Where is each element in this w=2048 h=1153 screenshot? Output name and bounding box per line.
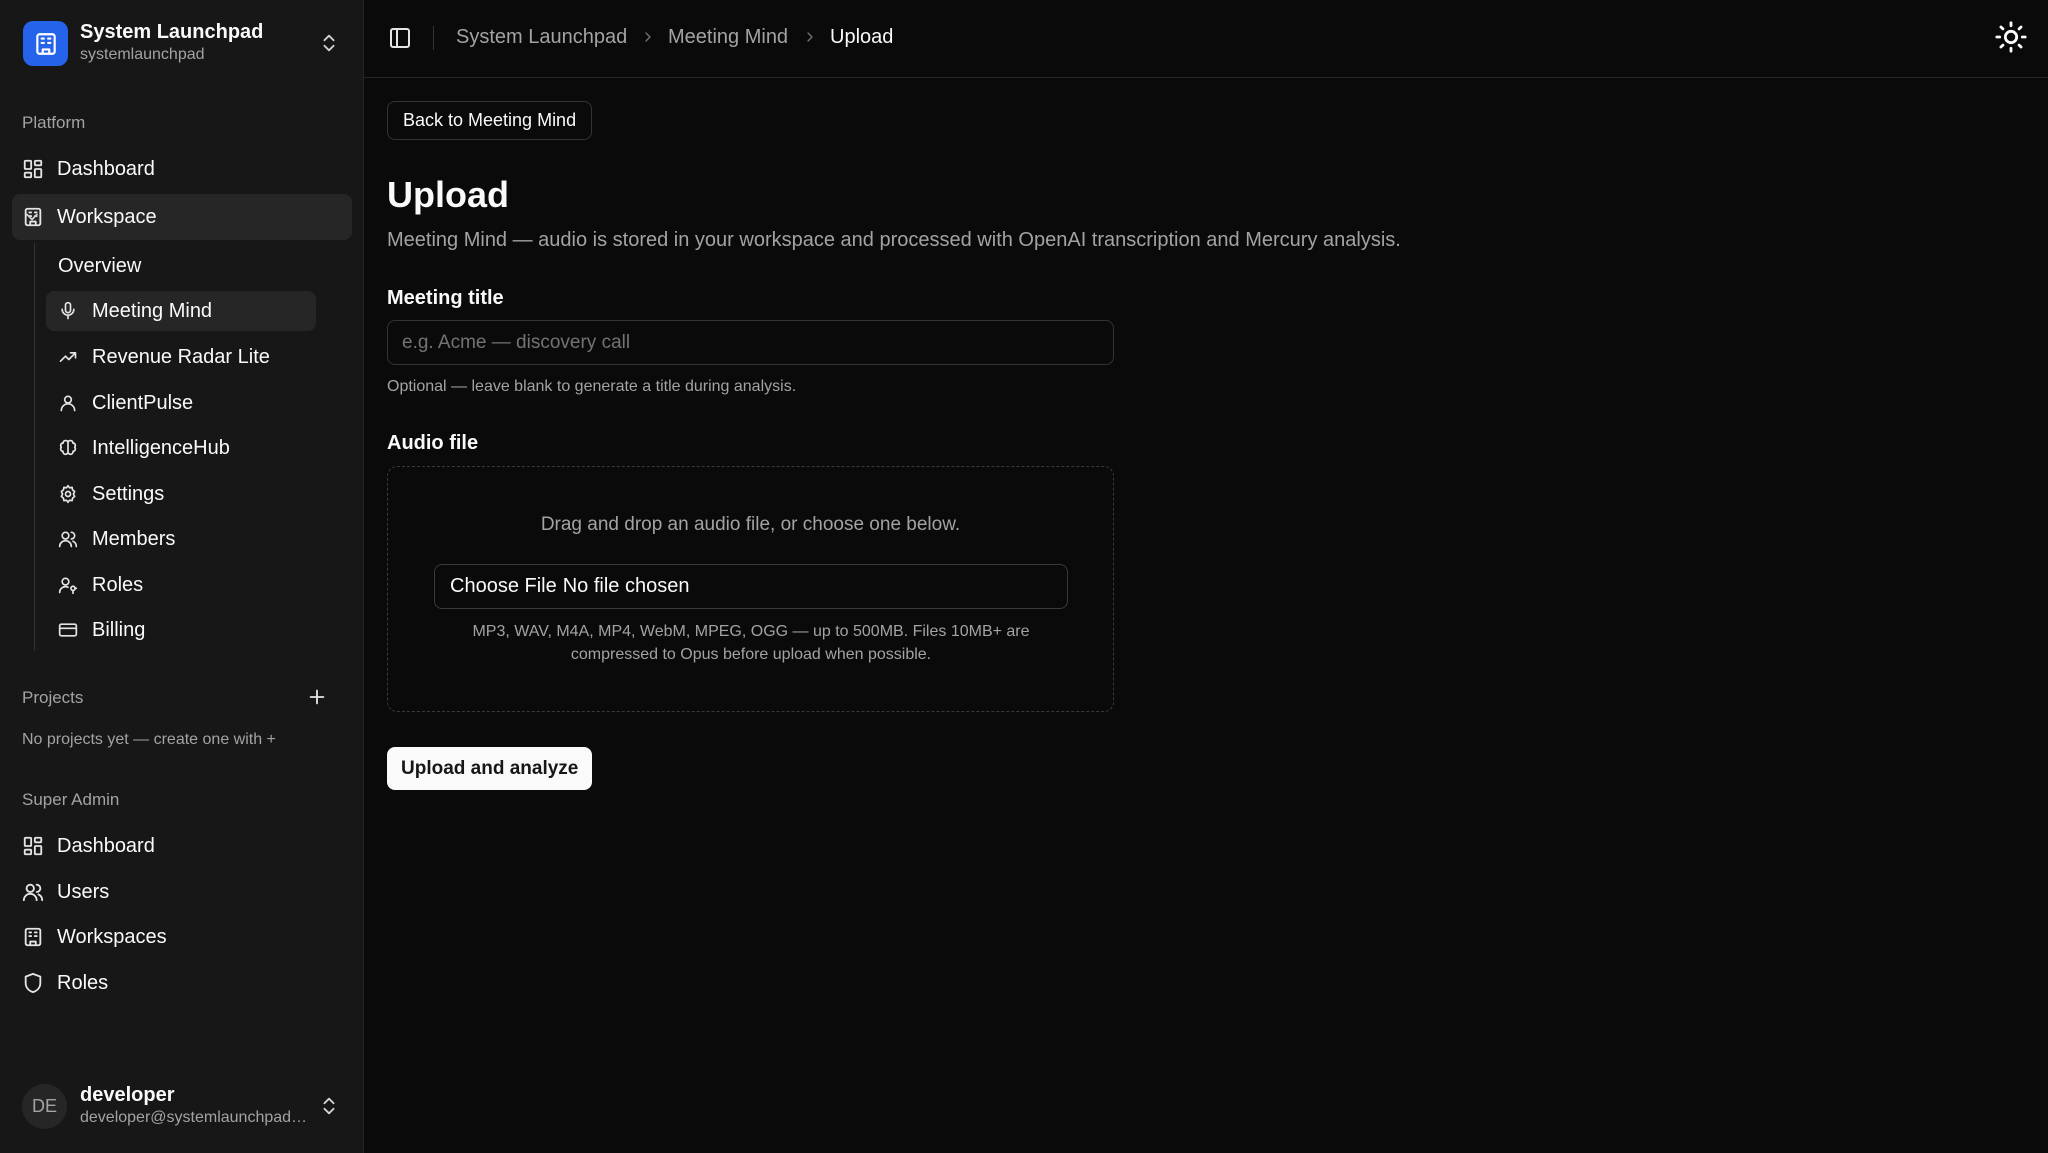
user-menu[interactable]: DE developer developer@systemlaunchpad.c… bbox=[12, 1080, 352, 1136]
user-name: developer bbox=[80, 1084, 175, 1106]
users-icon bbox=[58, 529, 78, 549]
sidebar-item-clientpulse[interactable]: ClientPulse bbox=[46, 383, 316, 423]
dashboard-icon bbox=[22, 158, 44, 180]
sidebar-item-dashboard[interactable]: Dashboard bbox=[12, 146, 352, 192]
sidebar-item-label: Roles bbox=[92, 574, 144, 596]
chevron-right-icon bbox=[802, 29, 818, 45]
sidebar-item-label: Billing bbox=[92, 619, 146, 641]
brain-icon bbox=[58, 438, 78, 458]
sidebar-item-label: Meeting Mind bbox=[92, 300, 213, 322]
team-name: System Launchpad bbox=[80, 21, 264, 43]
group-label-platform: Platform bbox=[22, 113, 86, 132]
sidebar-item-label: Workspaces bbox=[57, 926, 167, 948]
file-status: No file chosen bbox=[562, 575, 690, 597]
dashboard-icon bbox=[22, 835, 44, 857]
user-email: developer@systemlaunchpad.com bbox=[80, 1109, 310, 1126]
sidebar-item-label: Overview bbox=[58, 255, 142, 277]
credit-card-icon bbox=[58, 620, 78, 640]
plus-icon[interactable] bbox=[306, 686, 328, 708]
sidebar-item-workspace[interactable]: Workspace bbox=[12, 194, 352, 240]
audio-file-input[interactable]: Choose File No file chosen bbox=[434, 564, 1068, 609]
sidebar-item-intelligencehub[interactable]: IntelligenceHub bbox=[46, 428, 316, 468]
sidebar-item-revenue-radar-lite[interactable]: Revenue Radar Lite bbox=[46, 337, 316, 377]
page-title: Upload bbox=[387, 174, 509, 215]
sidebar-item-members[interactable]: Members bbox=[46, 519, 316, 559]
meeting-title-input[interactable] bbox=[387, 320, 1114, 365]
breadcrumb-upload: Upload bbox=[830, 26, 894, 48]
sidebar-item-label: Settings bbox=[92, 483, 165, 505]
user-key-icon bbox=[58, 575, 78, 595]
meeting-title-help: Optional — leave blank to generate a tit… bbox=[387, 378, 797, 395]
sidebar-item-settings[interactable]: Settings bbox=[46, 474, 316, 514]
sidebar-item-label: ClientPulse bbox=[92, 392, 194, 414]
sidebar-item-label: Users bbox=[57, 881, 110, 903]
choose-file-button[interactable]: Choose File bbox=[450, 575, 557, 598]
meeting-title-label: Meeting title bbox=[387, 287, 504, 309]
sidebar-item-admin-workspaces[interactable]: Workspaces bbox=[12, 914, 352, 960]
dropzone-text: Drag and drop an audio file, or choose o… bbox=[540, 514, 961, 535]
audio-file-label: Audio file bbox=[387, 432, 479, 454]
sun-icon[interactable] bbox=[1994, 20, 2028, 54]
upload-and-analyze-button[interactable]: Upload and analyze bbox=[387, 747, 593, 790]
back-button[interactable]: Back to Meeting Mind bbox=[387, 101, 593, 140]
chevron-down-icon bbox=[22, 207, 340, 227]
sidebar-item-meeting-mind[interactable]: Meeting Mind bbox=[46, 291, 316, 331]
breadcrumb-system-launchpad[interactable]: System Launchpad bbox=[456, 26, 627, 49]
sidebar-item-label: Dashboard bbox=[57, 835, 155, 857]
subnav-divider bbox=[34, 243, 35, 651]
formats-note: MP3, WAV, M4A, MP4, WebM, MPEG, OGG — up… bbox=[472, 623, 1030, 663]
user-icon bbox=[58, 393, 78, 413]
sidebar-item-label: Revenue Radar Lite bbox=[92, 346, 270, 368]
sidebar-item-label: Dashboard bbox=[57, 158, 155, 180]
building-icon bbox=[23, 21, 68, 66]
sidebar-item-label: Roles bbox=[57, 972, 109, 994]
group-label-super-admin: Super Admin bbox=[22, 790, 120, 809]
sidebar-item-admin-roles[interactable]: Roles bbox=[12, 960, 352, 1006]
sidebar-item-billing[interactable]: Billing bbox=[46, 610, 316, 650]
chevron-right-icon bbox=[640, 29, 656, 45]
shield-icon bbox=[22, 972, 44, 994]
page-description: Meeting Mind — audio is stored in your w… bbox=[387, 229, 1401, 251]
sidebar-toggle-icon[interactable] bbox=[388, 26, 412, 50]
avatar: DE bbox=[22, 1084, 67, 1129]
team-switcher[interactable]: System Launchpad systemlaunchpad bbox=[12, 12, 352, 76]
projects-empty-text: No projects yet — create one with + bbox=[22, 731, 276, 748]
sidebar-item-admin-dashboard[interactable]: Dashboard bbox=[12, 823, 352, 869]
users-icon bbox=[22, 881, 44, 903]
chevrons-up-down-icon bbox=[318, 1095, 340, 1117]
group-label-projects: Projects bbox=[22, 688, 84, 707]
sidebar-item-label: IntelligenceHub bbox=[92, 437, 230, 459]
sidebar-item-roles[interactable]: Roles bbox=[46, 565, 316, 605]
mic-icon bbox=[58, 301, 78, 321]
team-slug: systemlaunchpad bbox=[80, 46, 205, 63]
divider bbox=[433, 26, 434, 50]
audio-dropzone[interactable]: Drag and drop an audio file, or choose o… bbox=[387, 466, 1114, 712]
building-icon bbox=[22, 926, 44, 948]
gear-icon bbox=[58, 484, 78, 504]
sidebar-item-overview[interactable]: Overview bbox=[46, 246, 316, 286]
sidebar: System Launchpad systemlaunchpad Platfor… bbox=[0, 0, 364, 1153]
sidebar-item-admin-users[interactable]: Users bbox=[12, 869, 352, 915]
topbar: System Launchpad Meeting Mind Upload bbox=[364, 0, 2048, 78]
trending-up-icon bbox=[58, 347, 78, 367]
sidebar-item-label: Members bbox=[92, 528, 176, 550]
breadcrumb-meeting-mind[interactable]: Meeting Mind bbox=[668, 26, 788, 49]
chevrons-up-down-icon bbox=[318, 32, 340, 54]
